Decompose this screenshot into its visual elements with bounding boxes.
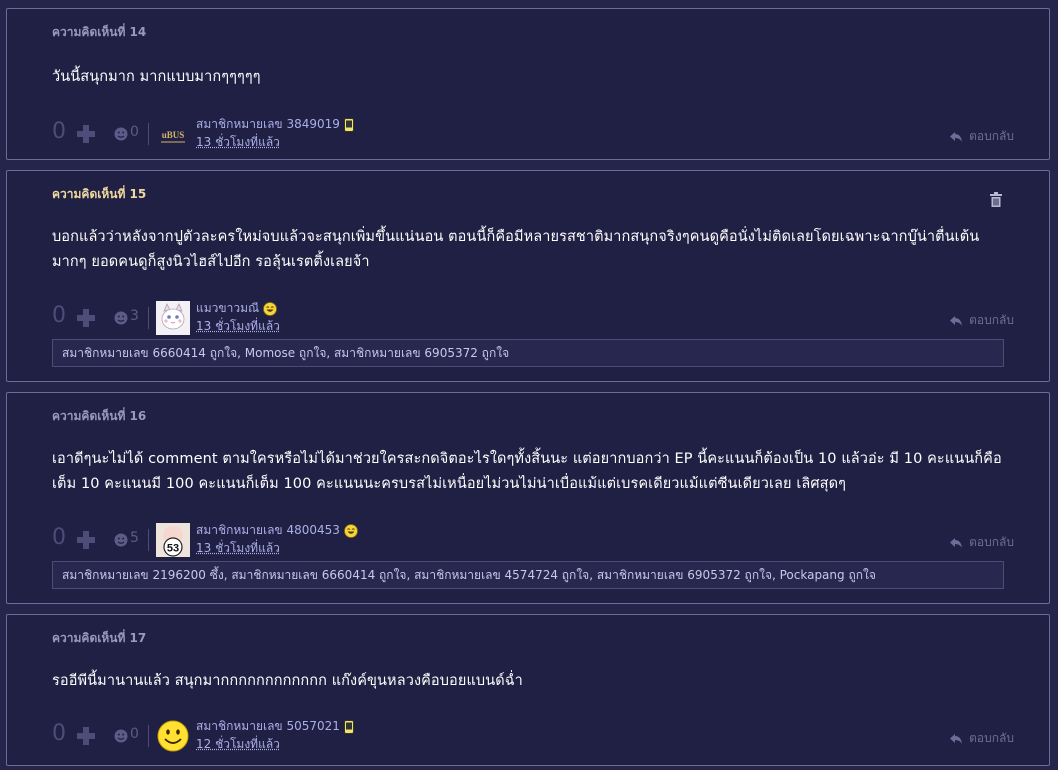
author-name-text[interactable]: แมวขาวมณี (196, 301, 259, 315)
avatar-number: 53 (167, 543, 179, 555)
reply-label[interactable]: ตอบกลับ (969, 129, 1014, 143)
comment-text: วันนี้สนุกมาก มากแบบมากๆๆๆๆๆ (52, 69, 261, 85)
post-time[interactable]: 13 ชั่วโมงที่แล้ว (196, 539, 280, 558)
emotion-icon[interactable] (114, 311, 128, 325)
reply-icon (950, 131, 963, 142)
vote-count: 0 (52, 525, 66, 550)
comment-card: ความคิดเห็นที่ 15 บอกแล้วว่าหลังจากปูตัว… (6, 170, 1050, 382)
laugh-emoji-icon (343, 523, 358, 538)
emotion-icon[interactable] (114, 729, 128, 743)
comment-number: ความคิดเห็นที่ 16 (52, 409, 147, 423)
author-name[interactable]: สมาชิกหมายเลข 4800453 (196, 521, 358, 540)
comment-text: เอาดีๆนะไม่ได้ comment ตามใครหรือไม่ได้ม… (52, 451, 1002, 492)
divider (148, 725, 149, 747)
author-avatar[interactable]: 53 (156, 523, 190, 557)
author-avatar[interactable] (156, 719, 190, 753)
plus-vote-icon[interactable] (76, 726, 96, 746)
post-time[interactable]: 13 ชั่วโมงที่แล้ว (196, 133, 280, 152)
comment-footer: 0 3 แมวขาวมณี 13 ชั่วโมงที่แล้ว ตอบกลับ (52, 299, 1014, 337)
emotion-count: 0 (130, 124, 139, 140)
comment-number: ความคิดเห็นที่ 15 (52, 187, 147, 201)
laugh-emoji-icon (263, 301, 278, 316)
reply-label[interactable]: ตอบกลับ (969, 535, 1014, 549)
reply-button[interactable]: ตอบกลับ (949, 311, 1014, 330)
author-name-text[interactable]: สมาชิกหมายเลข 4800453 (196, 523, 340, 537)
comment-text: รออีพีนี้มานานแล้ว สนุกมากกกกกกกกกกกก แก… (52, 673, 523, 689)
author-name-text[interactable]: สมาชิกหมายเลข 3849019 (196, 117, 340, 131)
reply-label[interactable]: ตอบกลับ (969, 731, 1014, 745)
svg-text:uBUS: uBUS (162, 130, 185, 140)
author-name[interactable]: สมาชิกหมายเลข 3849019 (196, 115, 354, 134)
vote-count: 0 (52, 303, 66, 328)
reply-icon (950, 537, 963, 548)
comment-footer: 0 0 uBUS สมาชิกหมายเลข 3849019 13 ชั่วโม… (52, 115, 1014, 153)
reply-icon (950, 315, 963, 326)
reply-label[interactable]: ตอบกลับ (969, 313, 1014, 327)
vote-count: 0 (52, 721, 66, 746)
plus-vote-icon[interactable] (76, 308, 96, 328)
author-name[interactable]: แมวขาวมณี (196, 299, 278, 318)
author-name-text[interactable]: สมาชิกหมายเลข 5057021 (196, 719, 340, 733)
vote-count: 0 (52, 119, 66, 144)
likes-summary[interactable]: สมาชิกหมายเลข 2196200 ซึ้ง, สมาชิกหมายเล… (52, 561, 1004, 589)
reply-button[interactable]: ตอบกลับ (949, 127, 1014, 146)
author-avatar[interactable] (156, 301, 190, 335)
emotion-count: 5 (130, 530, 139, 546)
emotion-count: 3 (130, 308, 139, 324)
author-name[interactable]: สมาชิกหมายเลข 5057021 (196, 717, 354, 736)
comment-text: บอกแล้วว่าหลังจากปูตัวละครใหม่จบแล้วจะสน… (52, 229, 980, 270)
emotion-icon[interactable] (114, 533, 128, 547)
divider (148, 307, 149, 329)
author-avatar[interactable]: uBUS (156, 117, 190, 151)
divider (148, 529, 149, 551)
reply-button[interactable]: ตอบกลับ (949, 729, 1014, 748)
plus-vote-icon[interactable] (76, 124, 96, 144)
phone-badge-icon (343, 719, 354, 734)
emotion-count: 0 (130, 726, 139, 742)
comment-card: ความคิดเห็นที่ 17 รออีพีนี้มานานแล้ว สนุ… (6, 614, 1050, 766)
comment-footer: 0 0 สมาชิกหมายเลข 5057021 12 ชั่วโมงที่แ… (52, 717, 1014, 755)
comment-footer: 0 5 53 สมาชิกหมายเลข 4800453 13 ชั่วโมงท… (52, 521, 1014, 559)
comment-card: ความคิดเห็นที่ 16 เอาดีๆนะไม่ได้ comment… (6, 392, 1050, 604)
reply-button[interactable]: ตอบกลับ (949, 533, 1014, 552)
post-time[interactable]: 12 ชั่วโมงที่แล้ว (196, 735, 280, 754)
reply-icon (950, 733, 963, 744)
emotion-icon[interactable] (114, 127, 128, 141)
comment-card: ความคิดเห็นที่ 14 วันนี้สนุกมาก มากแบบมา… (6, 8, 1050, 160)
post-time[interactable]: 13 ชั่วโมงที่แล้ว (196, 317, 280, 336)
plus-vote-icon[interactable] (76, 530, 96, 550)
phone-badge-icon (343, 117, 354, 132)
comment-number: ความคิดเห็นที่ 14 (52, 25, 147, 39)
trash-icon[interactable] (989, 192, 1003, 208)
comment-number: ความคิดเห็นที่ 17 (52, 631, 147, 645)
divider (148, 123, 149, 145)
likes-summary[interactable]: สมาชิกหมายเลข 6660414 ถูกใจ, Momose ถูกใ… (52, 339, 1004, 367)
